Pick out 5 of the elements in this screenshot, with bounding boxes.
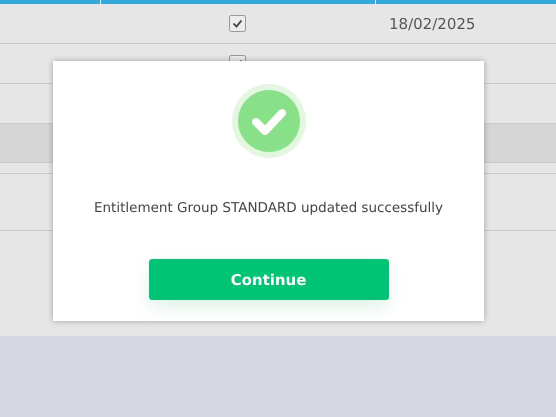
success-message: Entitlement Group STANDARD updated successfully	[94, 200, 444, 216]
checkbox[interactable]	[229, 15, 246, 32]
date-cell: 18/02/2025	[389, 15, 476, 33]
check-circle-icon	[232, 84, 306, 158]
continue-button[interactable]: Continue	[148, 259, 388, 300]
